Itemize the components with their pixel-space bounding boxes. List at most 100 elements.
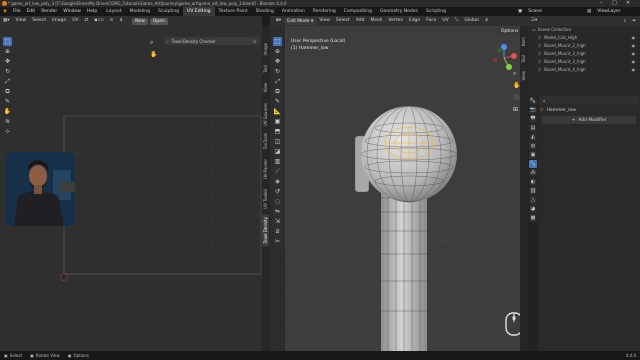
vp-move-tool-icon[interactable]: ✥ bbox=[273, 57, 282, 66]
tab-uv-toolkit[interactable]: UV Toolkit bbox=[262, 186, 269, 212]
vp-annotate-tool-icon[interactable]: ✎ bbox=[273, 97, 282, 106]
vp-bevel-tool-icon[interactable]: ◪ bbox=[273, 147, 282, 156]
workspace-tab-animation[interactable]: Animation bbox=[278, 7, 309, 16]
open-image-button[interactable]: Open bbox=[149, 18, 168, 26]
vp-rotate-tool-icon[interactable]: ↻ bbox=[273, 67, 282, 76]
tab-tool[interactable]: Tool bbox=[262, 62, 269, 76]
tab-view[interactable]: View bbox=[262, 80, 269, 96]
outliner-item[interactable]: ▽ Board_Mount_4_high ◉ bbox=[528, 66, 640, 74]
workspace-tab-geometry-nodes[interactable]: Geometry Nodes bbox=[376, 7, 422, 16]
vp-shear-tool-icon[interactable]: ⧄ bbox=[273, 227, 282, 236]
vp-transform-tool-icon[interactable]: ⧉ bbox=[273, 87, 282, 96]
physics-props-icon[interactable]: ◐ bbox=[529, 178, 537, 186]
scene-props-icon[interactable]: ◭ bbox=[529, 133, 537, 141]
uv-menu-uv[interactable]: UV bbox=[69, 16, 81, 26]
blender-menu-icon[interactable]: ◉ bbox=[0, 7, 10, 16]
viewport-zoom-icon[interactable]: ⌕ bbox=[513, 70, 516, 78]
uv-select-mode-icons[interactable]: ▪▫▫ bbox=[91, 16, 106, 26]
uv-menu-select[interactable]: Select bbox=[29, 16, 49, 26]
editor-type-icon[interactable]: ▦▾ bbox=[0, 16, 13, 26]
uv-sync-icon[interactable]: ⇄ bbox=[82, 16, 92, 26]
outliner-item[interactable]: ▽ Board_Mount_3_high ◉ bbox=[528, 50, 640, 58]
scene-collection-row[interactable]: ▭ Scene Collection bbox=[528, 26, 640, 34]
menu-window[interactable]: Window bbox=[60, 7, 84, 16]
ortho-toggle-icon[interactable]: ⊞ bbox=[513, 106, 518, 113]
output-props-icon[interactable]: 🖶 bbox=[529, 115, 537, 123]
vp-menu-add[interactable]: Add bbox=[353, 16, 368, 26]
vp-menu-edge[interactable]: Edge bbox=[406, 16, 423, 26]
vp-menu-select[interactable]: Select bbox=[333, 16, 353, 26]
constraints-props-icon[interactable]: ⛓ bbox=[529, 187, 537, 195]
uv-pivot-icon[interactable]: ⊙ bbox=[107, 16, 117, 26]
uv-snap-icon[interactable]: ⋔ bbox=[116, 16, 126, 26]
tab-uv-packer[interactable]: UV-Packer bbox=[262, 156, 269, 182]
orientation-selector[interactable]: Global bbox=[461, 16, 481, 26]
world-props-icon[interactable]: ◍ bbox=[529, 142, 537, 150]
visibility-eye-icon[interactable]: ◉ bbox=[632, 34, 636, 42]
vp-rip-tool-icon[interactable]: ✂ bbox=[273, 237, 282, 246]
tab-vp-view[interactable]: View bbox=[520, 68, 527, 84]
particles-props-icon[interactable]: ⁂ bbox=[529, 169, 537, 177]
tab-textools[interactable]: TexTools bbox=[262, 130, 269, 152]
vp-measure-tool-icon[interactable]: 📐 bbox=[273, 107, 282, 116]
workspace-tab-rendering[interactable]: Rendering bbox=[309, 7, 340, 16]
data-props-icon[interactable]: △ bbox=[529, 196, 537, 204]
workspace-tab-scripting[interactable]: Scripting bbox=[422, 7, 450, 16]
minimize-icon[interactable]: – bbox=[600, 0, 603, 7]
outliner-search-icon[interactable]: ⌕ bbox=[624, 18, 627, 24]
vp-knife-tool-icon[interactable]: ⟋ bbox=[273, 167, 282, 176]
workspace-tab-modeling[interactable]: Modeling bbox=[126, 7, 154, 16]
visibility-eye-icon[interactable]: ◉ bbox=[632, 66, 636, 74]
vp-shrink-tool-icon[interactable]: ⇲ bbox=[273, 217, 282, 226]
tool-props-icon[interactable]: 🔧 bbox=[529, 97, 537, 105]
menu-help[interactable]: Help bbox=[84, 7, 100, 16]
scene-selector[interactable]: ▣ Scene bbox=[515, 7, 545, 16]
vp-spin-tool-icon[interactable]: ↺ bbox=[273, 187, 282, 196]
vp-cursor-tool-icon[interactable]: ⊕ bbox=[273, 47, 282, 56]
modifier-props-icon[interactable]: 🔧 bbox=[529, 160, 537, 168]
outliner-item[interactable]: ▽ Board_Mount_3_high ◉ bbox=[528, 58, 640, 66]
x-axis-icon[interactable] bbox=[511, 53, 517, 59]
visibility-eye-icon[interactable]: ◉ bbox=[632, 50, 636, 58]
tab-uv-squares[interactable]: UV Squares bbox=[262, 100, 269, 129]
orientation-icon[interactable]: ⤡ bbox=[452, 16, 462, 26]
tab-texel-density[interactable]: Texel Density bbox=[262, 214, 269, 247]
vp-select-box-tool-icon[interactable]: ⬚ bbox=[273, 37, 282, 46]
workspace-tab-shading[interactable]: Shading bbox=[252, 7, 278, 16]
outliner-filter-icon[interactable]: ⏷ bbox=[632, 18, 636, 24]
vp-edge-slide-tool-icon[interactable]: ⇋ bbox=[273, 207, 282, 216]
close-icon[interactable]: ✕ bbox=[626, 0, 630, 7]
menu-edit[interactable]: Edit bbox=[23, 7, 38, 16]
workspace-tab-sculpting[interactable]: Sculpting bbox=[154, 7, 183, 16]
vp-menu-vertex[interactable]: Vertex bbox=[385, 16, 405, 26]
maximize-icon[interactable]: □ bbox=[612, 0, 617, 7]
vp-inset-tool-icon[interactable]: ◫ bbox=[273, 137, 282, 146]
render-props-icon[interactable]: 📷 bbox=[529, 106, 537, 114]
snap-icon[interactable]: ⋔ bbox=[482, 16, 492, 26]
visibility-eye-icon[interactable]: ◉ bbox=[632, 58, 636, 66]
workspace-tab-uv-editing[interactable]: UV Editing bbox=[183, 7, 215, 16]
viewlayer-selector[interactable]: ▤ ViewLayer bbox=[584, 7, 624, 16]
vp-menu-mesh[interactable]: Mesh bbox=[368, 16, 386, 26]
properties-search[interactable]: ⌕ bbox=[540, 96, 638, 104]
3d-viewport[interactable]: User Perspective (Local) (1) Hammer_low … bbox=[285, 26, 528, 351]
object-props-icon[interactable]: ▣ bbox=[529, 151, 537, 159]
visibility-eye-icon[interactable]: ◉ bbox=[632, 42, 636, 50]
material-props-icon[interactable]: ◕ bbox=[529, 205, 537, 213]
vp-scale-tool-icon[interactable]: ⤢ bbox=[273, 77, 282, 86]
vp-smooth-tool-icon[interactable]: ◌ bbox=[273, 197, 282, 206]
vp-loopcut-tool-icon[interactable]: ▥ bbox=[273, 157, 282, 166]
tab-image[interactable]: Image bbox=[262, 40, 269, 59]
workspace-tab-compositing[interactable]: Compositing bbox=[340, 7, 376, 16]
outliner-item[interactable]: ▽ Board_Mount_2_high ◉ bbox=[528, 42, 640, 50]
vp-menu-face[interactable]: Face bbox=[423, 16, 439, 26]
vp-extrude-tool-icon[interactable]: ⬒ bbox=[273, 127, 282, 136]
new-image-button[interactable]: New bbox=[132, 18, 148, 26]
viewport-editor-type-icon[interactable]: ⧈▾ bbox=[273, 16, 284, 26]
workspace-tab-texture-paint[interactable]: Texture Paint bbox=[215, 7, 252, 16]
workspace-tab-layout[interactable]: Layout bbox=[102, 7, 125, 16]
vp-add-cube-tool-icon[interactable]: ▣ bbox=[273, 117, 282, 126]
vp-menu-view[interactable]: View bbox=[316, 16, 333, 26]
add-modifier-button[interactable]: + Add Modifier bbox=[542, 116, 636, 124]
uv-editor[interactable]: ⬚ ⊕ ✥ ↻ ⤢ ⧉ ✎ ✋ ≋ ⊹ ⌕ ✋ › Texel Density … bbox=[0, 26, 262, 351]
